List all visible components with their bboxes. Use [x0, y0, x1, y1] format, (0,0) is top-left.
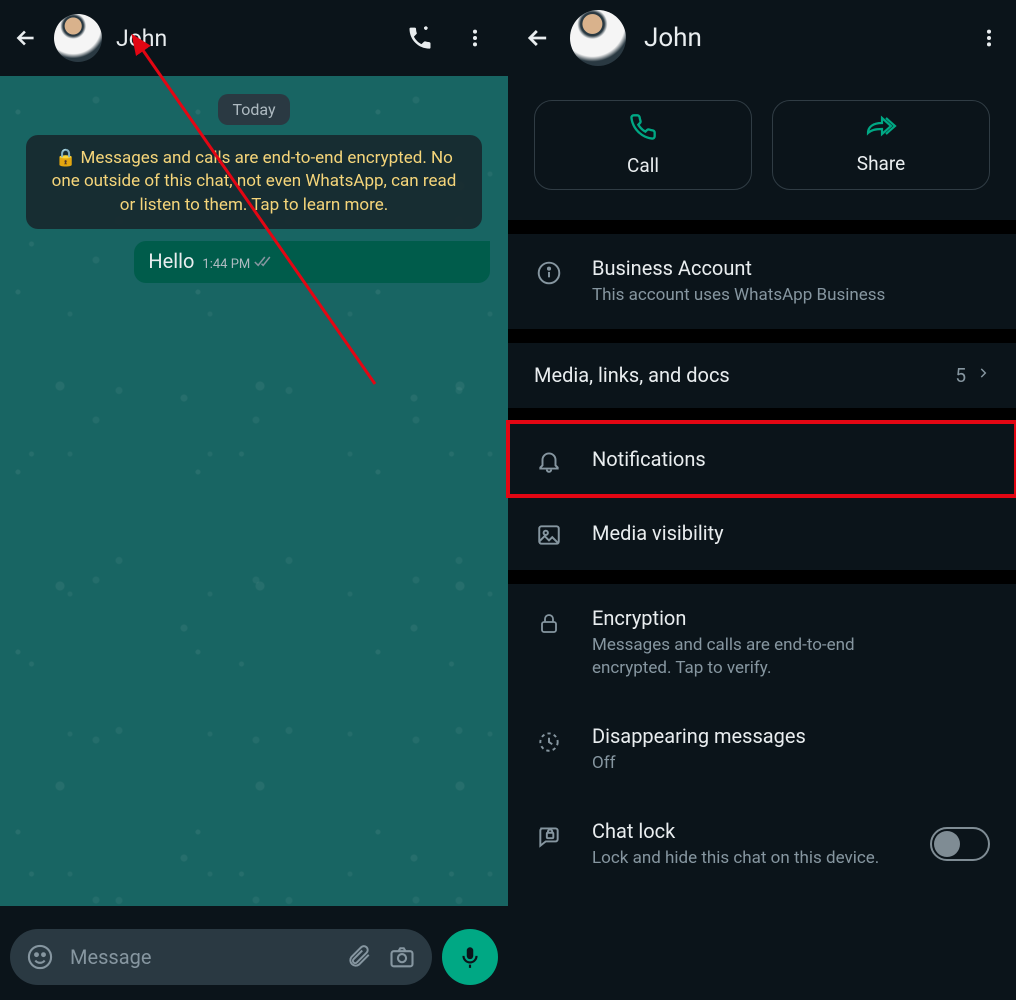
section-divider	[508, 220, 1016, 234]
contact-info-screen: John Call Share Business Account This ac…	[508, 0, 1016, 1000]
media-count: 5	[955, 364, 966, 387]
chat-lock-title: Chat lock	[592, 819, 902, 843]
camera-icon[interactable]	[388, 943, 416, 971]
disappearing-messages-subtitle: Off	[592, 752, 932, 775]
back-arrow-icon[interactable]	[12, 24, 40, 52]
notifications-title: Notifications	[592, 447, 990, 471]
lock-icon	[534, 610, 564, 636]
emoji-icon[interactable]	[26, 943, 54, 971]
message-meta: 1:44 PM	[202, 255, 274, 273]
contact-name[interactable]: John	[116, 25, 392, 52]
call-label: Call	[627, 154, 659, 177]
call-add-icon[interactable]	[406, 24, 434, 52]
encryption-row[interactable]: Encryption Messages and calls are end-to…	[508, 584, 1016, 702]
microphone-button[interactable]	[442, 929, 498, 985]
chat-lock-subtitle: Lock and hide this chat on this device.	[592, 847, 902, 870]
toggle-knob	[934, 831, 960, 857]
call-button[interactable]: Call	[534, 100, 752, 190]
contact-name[interactable]: John	[644, 23, 960, 53]
input-placeholder: Message	[70, 945, 330, 969]
media-links-docs-row[interactable]: Media, links, and docs 5	[508, 343, 1016, 408]
more-options-icon[interactable]	[978, 25, 1000, 51]
section-divider	[508, 570, 1016, 584]
notifications-row[interactable]: Notifications	[508, 422, 1016, 496]
read-ticks-icon	[254, 255, 274, 273]
date-label: Today	[218, 94, 289, 125]
encryption-subtitle: Messages and calls are end-to-end encryp…	[592, 634, 932, 680]
more-options-icon[interactable]	[464, 25, 486, 51]
timer-icon	[534, 728, 564, 754]
bell-icon	[534, 448, 564, 474]
chat-lock-row[interactable]: Chat lock Lock and hide this chat on thi…	[508, 797, 1016, 892]
header-actions	[406, 24, 486, 52]
message-time: 1:44 PM	[202, 257, 250, 272]
media-visibility-title: Media visibility	[592, 521, 990, 545]
outgoing-message[interactable]: Hello 1:44 PM	[134, 241, 490, 283]
business-account-row[interactable]: Business Account This account uses Whats…	[508, 234, 1016, 329]
input-bar: Message	[10, 928, 498, 986]
attachment-icon[interactable]	[346, 944, 372, 970]
chat-lock-icon	[534, 823, 564, 849]
chat-header: John	[0, 0, 508, 76]
encryption-title: Encryption	[592, 606, 990, 630]
message-input[interactable]: Message	[10, 929, 432, 985]
contact-avatar[interactable]	[54, 14, 102, 62]
media-links-docs-title: Media, links, and docs	[534, 363, 927, 387]
media-visibility-row[interactable]: Media visibility	[508, 496, 1016, 570]
info-icon	[534, 260, 564, 286]
chevron-right-icon	[976, 363, 990, 388]
section-divider	[508, 329, 1016, 343]
encryption-notice[interactable]: 🔒 Messages and calls are end-to-end encr…	[26, 135, 482, 229]
chat-body[interactable]: Today 🔒 Messages and calls are end-to-en…	[0, 76, 508, 906]
image-icon	[534, 522, 564, 548]
share-label: Share	[857, 152, 905, 175]
contact-info-header: John	[508, 0, 1016, 76]
section-divider	[508, 408, 1016, 422]
message-text: Hello	[148, 249, 194, 273]
disappearing-messages-title: Disappearing messages	[592, 724, 990, 748]
back-arrow-icon[interactable]	[524, 24, 552, 52]
share-button[interactable]: Share	[772, 100, 990, 190]
disappearing-messages-row[interactable]: Disappearing messages Off	[508, 702, 1016, 797]
call-share-row: Call Share	[508, 76, 1016, 220]
chat-lock-toggle[interactable]	[930, 827, 990, 861]
phone-icon	[629, 113, 657, 146]
business-account-title: Business Account	[592, 256, 990, 280]
chat-screen: John Today 🔒 Messages and calls are end-…	[0, 0, 508, 1000]
share-forward-icon	[864, 115, 898, 144]
contact-avatar[interactable]	[570, 10, 626, 66]
business-account-subtitle: This account uses WhatsApp Business	[592, 284, 932, 307]
